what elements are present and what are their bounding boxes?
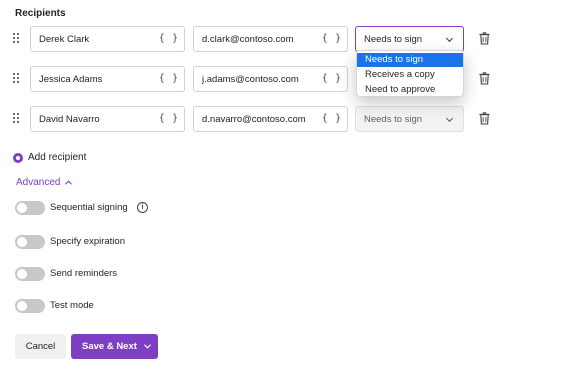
insert-field-button[interactable]: { } [159, 113, 179, 124]
sequential-signing-label: Sequential signing [50, 202, 128, 213]
recipient-name-field[interactable]: Jessica Adams { } [30, 66, 185, 92]
section-title: Recipients [15, 8, 66, 19]
switch-knob [17, 237, 27, 247]
add-circle-icon [13, 153, 23, 163]
trash-icon[interactable] [479, 112, 490, 125]
insert-field-button[interactable]: { } [322, 73, 342, 84]
chevron-down-icon [445, 37, 454, 43]
recipient-email-field[interactable]: j.adams@contoso.com { } [193, 66, 348, 92]
insert-field-button[interactable]: { } [159, 33, 179, 44]
role-select-value: Needs to sign [364, 114, 423, 125]
drag-handle-icon[interactable] [13, 113, 21, 125]
cancel-button[interactable]: Cancel [15, 334, 66, 359]
insert-field-button[interactable]: { } [159, 73, 179, 84]
recipient-name: Derek Clark [39, 34, 90, 45]
test-mode-label: Test mode [50, 300, 94, 311]
recipient-row: Jessica Adams { } j.adams@contoso.com { … [0, 66, 574, 92]
drag-handle-icon[interactable] [13, 33, 21, 45]
insert-field-button[interactable]: { } [322, 113, 342, 124]
recipient-name: David Navarro [39, 114, 100, 125]
trash-icon[interactable] [479, 32, 490, 45]
recipient-name-field[interactable]: David Navarro { } [30, 106, 185, 132]
sequential-signing-switch[interactable] [15, 201, 45, 215]
switch-knob [17, 203, 27, 213]
role-select-value: Needs to sign [364, 34, 423, 45]
send-reminders-switch[interactable] [15, 267, 45, 281]
advanced-toggle[interactable]: Advanced [16, 177, 72, 188]
chevron-up-icon [65, 180, 72, 185]
recipient-email: d.clark@contoso.com [202, 34, 294, 45]
role-option-needs-to-sign[interactable]: Needs to sign [357, 53, 463, 67]
info-icon[interactable]: i [137, 202, 148, 213]
chevron-down-icon[interactable] [143, 343, 152, 350]
chevron-down-icon [445, 117, 454, 123]
role-select[interactable]: Needs to sign [355, 26, 464, 52]
role-option-receives-a-copy[interactable]: Receives a copy [357, 68, 463, 82]
role-dropdown-menu: Needs to sign Receives a copy Need to ap… [356, 50, 464, 97]
role-option-need-to-approve[interactable]: Need to approve [357, 83, 463, 96]
test-mode-switch[interactable] [15, 299, 45, 313]
switch-knob [17, 301, 27, 311]
recipient-email-field[interactable]: d.clark@contoso.com { } [193, 26, 348, 52]
add-recipient-label: Add recipient [28, 152, 87, 163]
specify-expiration-label: Specify expiration [50, 236, 125, 247]
recipient-email: j.adams@contoso.com [202, 74, 299, 85]
recipient-name-field[interactable]: Derek Clark { } [30, 26, 185, 52]
trash-icon[interactable] [479, 72, 490, 85]
recipient-row: David Navarro { } d.navarro@contoso.com … [0, 106, 574, 132]
insert-field-button[interactable]: { } [322, 33, 342, 44]
recipient-email: d.navarro@contoso.com [202, 114, 306, 125]
recipient-email-field[interactable]: d.navarro@contoso.com { } [193, 106, 348, 132]
role-select[interactable]: Needs to sign [355, 106, 464, 132]
switch-knob [17, 269, 27, 279]
send-reminders-label: Send reminders [50, 268, 118, 279]
save-next-button[interactable]: Save & Next [71, 334, 158, 359]
drag-handle-icon[interactable] [13, 73, 21, 85]
advanced-label: Advanced [16, 177, 61, 188]
recipient-row: Derek Clark { } d.clark@contoso.com { } … [0, 26, 574, 52]
save-next-label: Save & Next [82, 341, 137, 352]
specify-expiration-switch[interactable] [15, 235, 45, 249]
recipient-name: Jessica Adams [39, 74, 103, 85]
